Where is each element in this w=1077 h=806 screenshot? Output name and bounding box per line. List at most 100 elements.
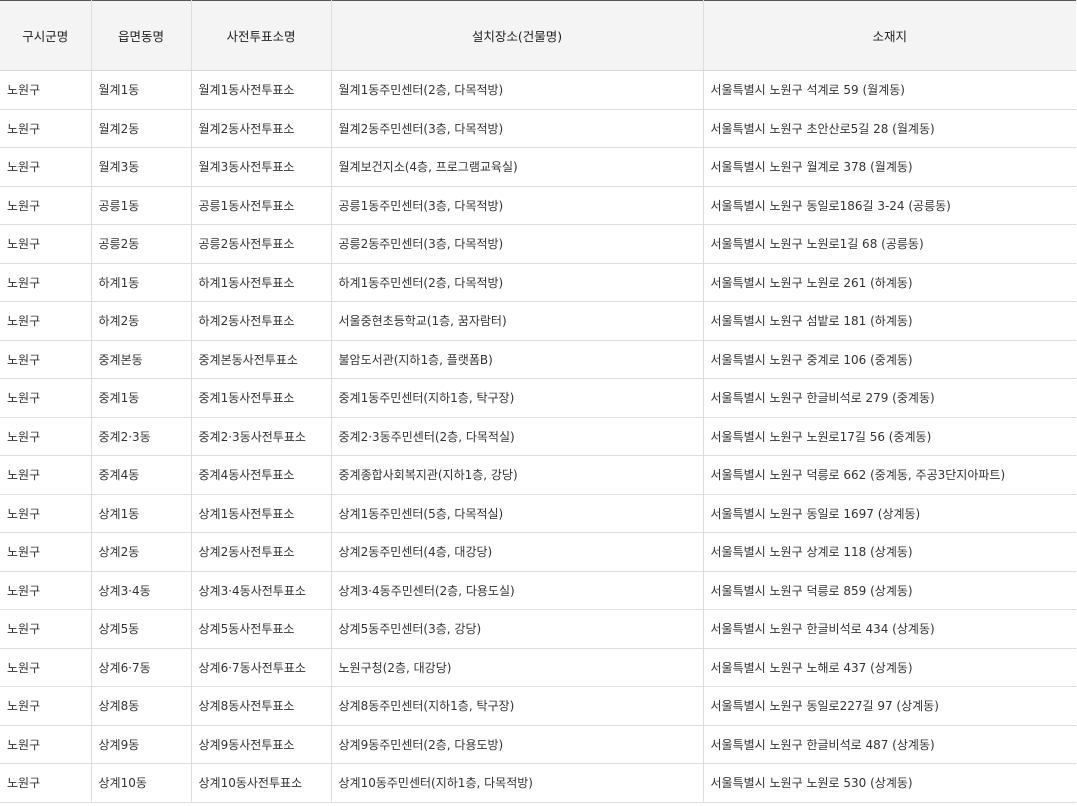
- header-station-name: 사전투표소명: [191, 0, 332, 71]
- cell-district: 노원구: [0, 301, 92, 341]
- table-row: 노원구 상계3·4동 상계3·4동사전투표소 상계3·4동주민센터(2층, 다용도실)…: [0, 571, 1076, 610]
- cell-dong: 월계3동: [91, 147, 192, 187]
- cell-dong: 월계2동: [91, 109, 192, 148]
- cell-station-name: 월계2동사전투표소: [191, 109, 332, 148]
- cell-address: 서울특별시 노원구 초안산로5길 28 (월계동): [703, 109, 1076, 148]
- cell-location: 불암도서관(지하1층, 플랫폼B): [331, 340, 704, 379]
- cell-location: 중계1동주민센터(지하1층, 탁구장): [331, 378, 704, 418]
- cell-location: 상계2동주민센터(4층, 대강당): [331, 532, 704, 572]
- cell-location: 상계8동주민센터(지하1층, 탁구장): [331, 686, 704, 726]
- table-row: 노원구 하계1동 하계1동사전투표소 하계1동주민센터(2층, 다목적방) 서울특별시 …: [0, 263, 1076, 302]
- cell-dong: 공릉2동: [91, 224, 192, 264]
- table-row: 노원구 공릉1동 공릉1동사전투표소 공릉1동주민센터(3층, 다목적방) 서울특별시 …: [0, 186, 1076, 225]
- table-row: 노원구 중계본동 중계본동사전투표소 불암도서관(지하1층, 플랫폼B) 서울특별시 노…: [0, 340, 1076, 379]
- header-location: 설치장소(건물명): [331, 0, 704, 71]
- table-row: 노원구 중계2·3동 중계2·3동사전투표소 중계2·3동주민센터(2층, 다목적실)…: [0, 417, 1076, 456]
- cell-dong: 하계2동: [91, 301, 192, 341]
- cell-district: 노원구: [0, 763, 92, 803]
- cell-location: 상계3·4동주민센터(2층, 다용도실): [331, 571, 704, 610]
- cell-district: 노원구: [0, 455, 92, 495]
- cell-station-name: 월계1동사전투표소: [191, 70, 332, 110]
- polling-station-table: 구시군명 읍면동명 사전투표소명 설치장소(건물명) 소재지 노원구 월계1동 월계…: [0, 0, 1076, 803]
- cell-address: 서울특별시 노원구 동일로 1697 (상계동): [703, 494, 1076, 533]
- cell-location: 공릉2동주민센터(3층, 다목적방): [331, 224, 704, 264]
- cell-dong: 상계9동: [91, 725, 192, 764]
- cell-station-name: 하계2동사전투표소: [191, 301, 332, 341]
- cell-district: 노원구: [0, 571, 92, 610]
- table-row: 노원구 상계8동 상계8동사전투표소 상계8동주민센터(지하1층, 탁구장) 서울특별시…: [0, 686, 1076, 726]
- cell-district: 노원구: [0, 609, 92, 649]
- cell-address: 서울특별시 노원구 섬밭로 181 (하계동): [703, 301, 1076, 341]
- cell-station-name: 상계3·4동사전투표소: [191, 571, 332, 610]
- table-row: 노원구 하계2동 하계2동사전투표소 서울중현초등학교(1층, 꿈자람터) 서울특별시 …: [0, 301, 1076, 341]
- cell-station-name: 하계1동사전투표소: [191, 263, 332, 302]
- cell-dong: 공릉1동: [91, 186, 192, 225]
- cell-dong: 상계1동: [91, 494, 192, 533]
- cell-dong: 상계6·7동: [91, 648, 192, 687]
- table-row: 노원구 월계2동 월계2동사전투표소 월계2동주민센터(3층, 다목적방) 서울특별시 …: [0, 109, 1076, 148]
- cell-address: 서울특별시 노원구 상계로 118 (상계동): [703, 532, 1076, 572]
- cell-dong: 중계4동: [91, 455, 192, 495]
- cell-location: 하계1동주민센터(2층, 다목적방): [331, 263, 704, 302]
- cell-dong: 상계5동: [91, 609, 192, 649]
- cell-address: 서울특별시 노원구 덕릉로 859 (상계동): [703, 571, 1076, 610]
- cell-district: 노원구: [0, 340, 92, 379]
- cell-district: 노원구: [0, 648, 92, 687]
- cell-address: 서울특별시 노원구 노해로 437 (상계동): [703, 648, 1076, 687]
- table-row: 노원구 상계1동 상계1동사전투표소 상계1동주민센터(5층, 다목적실) 서울특별시 …: [0, 494, 1076, 533]
- table-row: 노원구 상계2동 상계2동사전투표소 상계2동주민센터(4층, 대강당) 서울특별시 노…: [0, 532, 1076, 572]
- cell-address: 서울특별시 노원구 노원로1길 68 (공릉동): [703, 224, 1076, 264]
- cell-district: 노원구: [0, 263, 92, 302]
- cell-address: 서울특별시 노원구 중계로 106 (중계동): [703, 340, 1076, 379]
- cell-address: 서울특별시 노원구 한글비석로 279 (중계동): [703, 378, 1076, 418]
- cell-location: 서울중현초등학교(1층, 꿈자람터): [331, 301, 704, 341]
- cell-district: 노원구: [0, 686, 92, 726]
- cell-dong: 상계8동: [91, 686, 192, 726]
- cell-district: 노원구: [0, 147, 92, 187]
- cell-district: 노원구: [0, 417, 92, 456]
- table-row: 노원구 중계1동 중계1동사전투표소 중계1동주민센터(지하1층, 탁구장) 서울특별시…: [0, 378, 1076, 418]
- table-row: 노원구 상계5동 상계5동사전투표소 상계5동주민센터(3층, 강당) 서울특별시 노원…: [0, 609, 1076, 649]
- cell-district: 노원구: [0, 725, 92, 764]
- cell-address: 서울특별시 노원구 동일로227길 97 (상계동): [703, 686, 1076, 726]
- cell-station-name: 상계9동사전투표소: [191, 725, 332, 764]
- cell-station-name: 상계10동사전투표소: [191, 763, 332, 803]
- cell-dong: 하계1동: [91, 263, 192, 302]
- cell-station-name: 상계6·7동사전투표소: [191, 648, 332, 687]
- cell-location: 월계보건지소(4층, 프로그램교육실): [331, 147, 704, 187]
- cell-station-name: 중계본동사전투표소: [191, 340, 332, 379]
- cell-location: 중계2·3동주민센터(2층, 다목적실): [331, 417, 704, 456]
- header-dong: 읍면동명: [91, 0, 192, 71]
- header-address: 소재지: [703, 0, 1076, 71]
- cell-station-name: 중계2·3동사전투표소: [191, 417, 332, 456]
- cell-address: 서울특별시 노원구 노원로 261 (하계동): [703, 263, 1076, 302]
- cell-district: 노원구: [0, 532, 92, 572]
- cell-address: 서울특별시 노원구 동일로186길 3-24 (공릉동): [703, 186, 1076, 225]
- header-district: 구시군명: [0, 0, 92, 71]
- cell-location: 상계10동주민센터(지하1층, 다목적방): [331, 763, 704, 803]
- cell-location: 노원구청(2층, 대강당): [331, 648, 704, 687]
- cell-station-name: 중계1동사전투표소: [191, 378, 332, 418]
- cell-dong: 중계본동: [91, 340, 192, 379]
- table-row: 노원구 월계3동 월계3동사전투표소 월계보건지소(4층, 프로그램교육실) 서울특별시…: [0, 147, 1076, 187]
- cell-station-name: 공릉1동사전투표소: [191, 186, 332, 225]
- cell-station-name: 상계1동사전투표소: [191, 494, 332, 533]
- table-row: 노원구 중계4동 중계4동사전투표소 중계종합사회복지관(지하1층, 강당) 서울특별시…: [0, 455, 1076, 495]
- cell-station-name: 월계3동사전투표소: [191, 147, 332, 187]
- cell-location: 월계2동주민센터(3층, 다목적방): [331, 109, 704, 148]
- cell-dong: 상계3·4동: [91, 571, 192, 610]
- cell-district: 노원구: [0, 378, 92, 418]
- cell-station-name: 중계4동사전투표소: [191, 455, 332, 495]
- cell-location: 중계종합사회복지관(지하1층, 강당): [331, 455, 704, 495]
- cell-address: 서울특별시 노원구 한글비석로 434 (상계동): [703, 609, 1076, 649]
- cell-location: 월계1동주민센터(2층, 다목적방): [331, 70, 704, 110]
- table-row: 노원구 상계9동 상계9동사전투표소 상계9동주민센터(2층, 다용도방) 서울특별시 …: [0, 725, 1076, 764]
- cell-dong: 중계2·3동: [91, 417, 192, 456]
- cell-address: 서울특별시 노원구 덕릉로 662 (중계동, 주공3단지아파트): [703, 455, 1076, 495]
- table-body: 노원구 월계1동 월계1동사전투표소 월계1동주민센터(2층, 다목적방) 서울특별시 …: [0, 70, 1076, 803]
- cell-address: 서울특별시 노원구 월계로 378 (월계동): [703, 147, 1076, 187]
- cell-dong: 중계1동: [91, 378, 192, 418]
- cell-station-name: 상계2동사전투표소: [191, 532, 332, 572]
- table-row: 노원구 상계10동 상계10동사전투표소 상계10동주민센터(지하1층, 다목적방) 서…: [0, 763, 1076, 803]
- cell-district: 노원구: [0, 109, 92, 148]
